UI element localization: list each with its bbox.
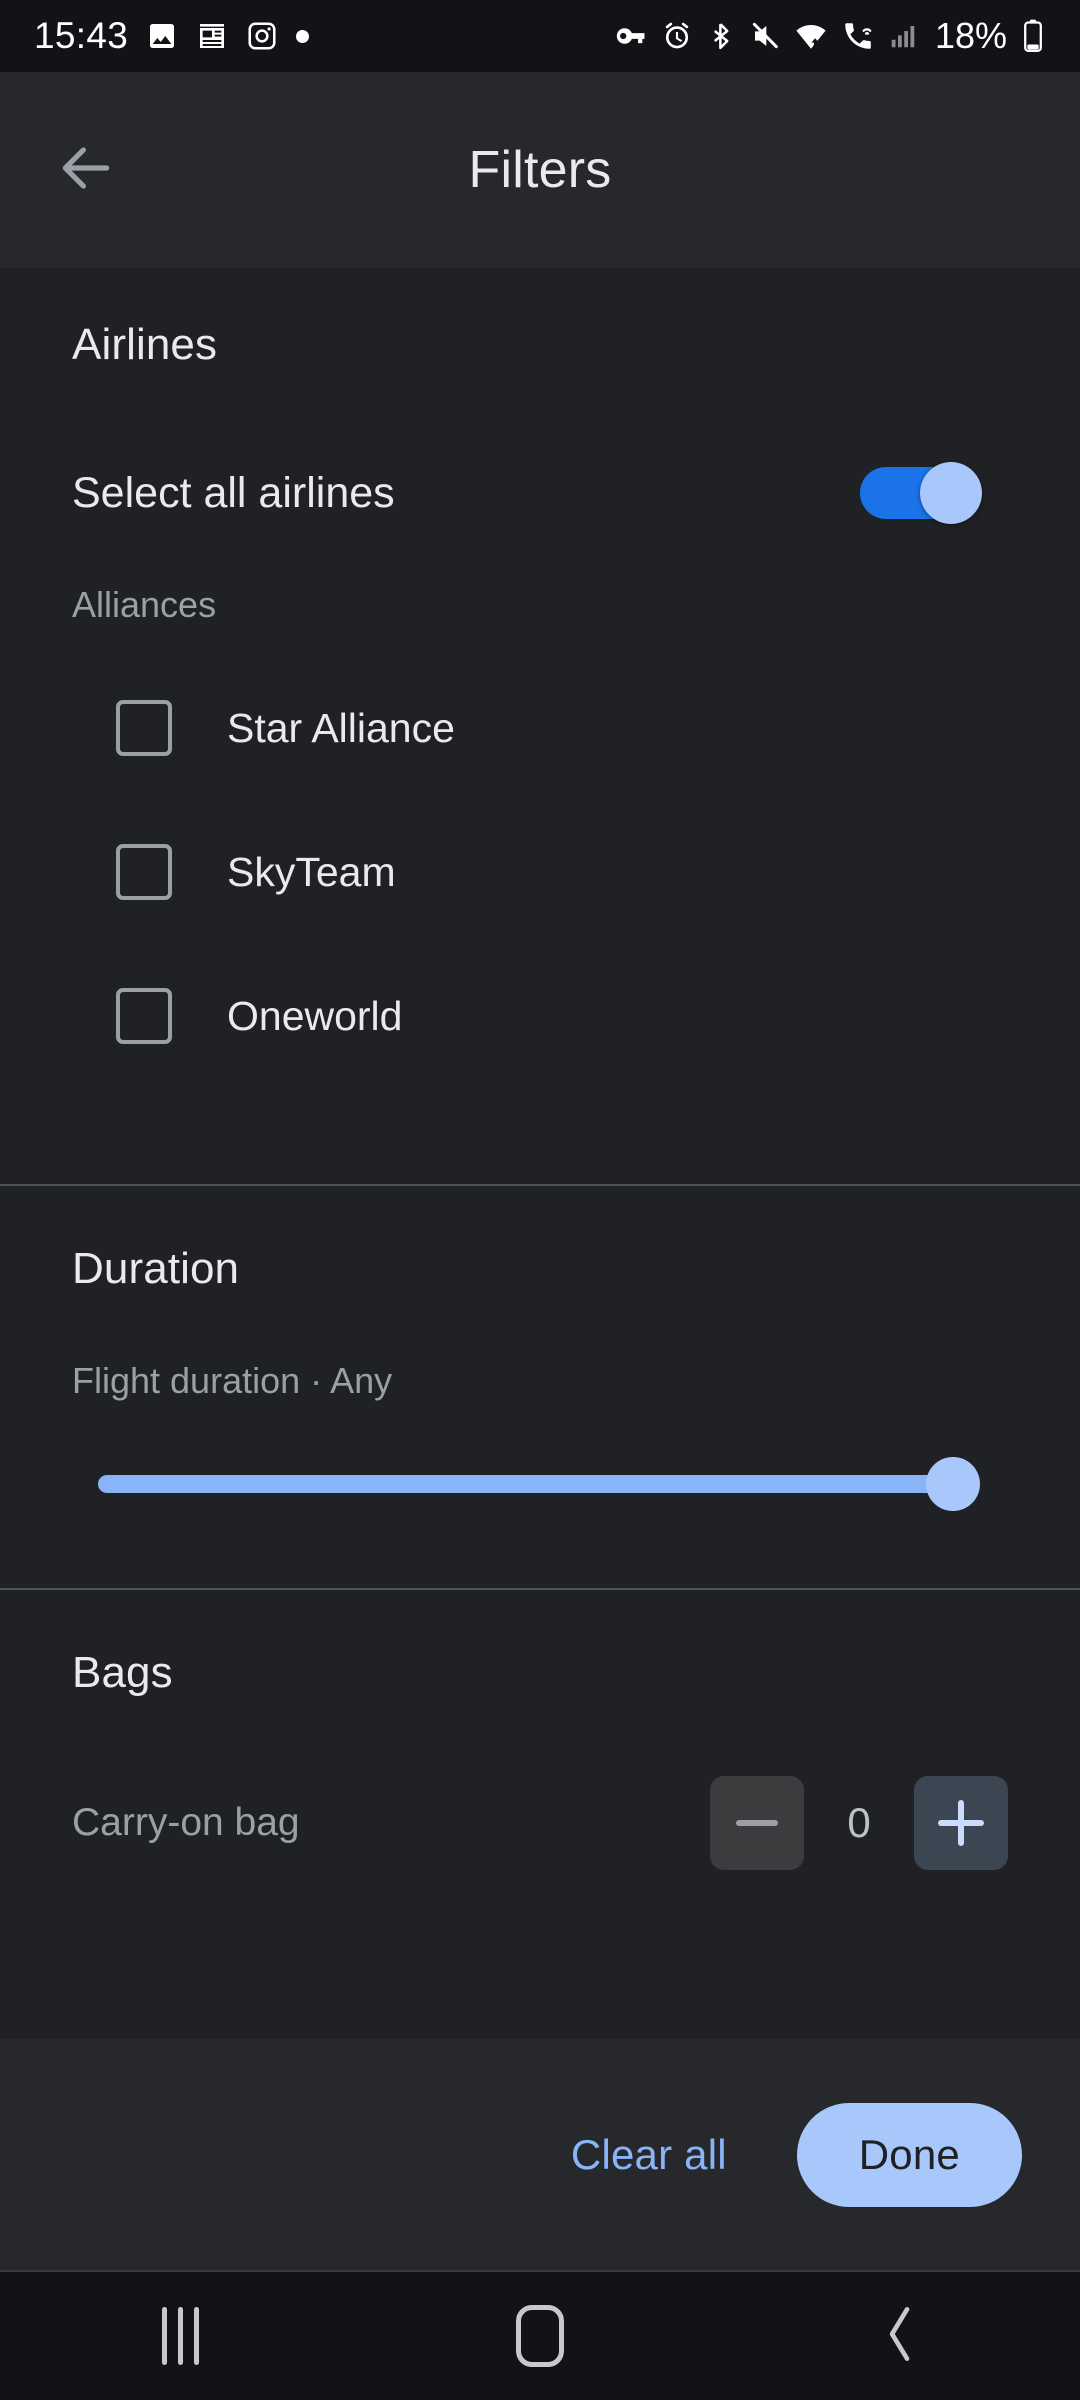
news-icon	[196, 20, 228, 52]
recents-button[interactable]	[0, 2307, 360, 2365]
plus-icon	[938, 1800, 984, 1846]
alliances-label: Alliances	[72, 584, 217, 625]
increment-carry-on-button[interactable]	[914, 1776, 1008, 1870]
battery-icon	[1020, 19, 1046, 53]
alliance-label: SkyTeam	[227, 848, 396, 895]
status-bar: 15:43 18%	[0, 0, 1080, 72]
decrement-carry-on-button[interactable]	[710, 1776, 804, 1870]
status-bar-right: 18%	[614, 15, 1046, 57]
airlines-heading: Airlines	[72, 320, 218, 369]
alliance-label: Oneworld	[227, 992, 403, 1039]
signal-icon	[888, 21, 918, 51]
airlines-section: Airlines Select all airlines Alliances S…	[0, 268, 1080, 1088]
home-icon	[516, 2305, 564, 2367]
alliance-row-star-alliance[interactable]: Star Alliance	[72, 656, 1008, 800]
checkbox-oneworld[interactable]	[116, 988, 172, 1044]
home-button[interactable]	[360, 2305, 720, 2367]
instagram-icon	[246, 20, 278, 52]
status-bar-left: 15:43	[34, 15, 310, 57]
bags-heading: Bags	[72, 1648, 173, 1697]
section-divider-airlines-duration	[0, 1184, 1080, 1186]
carry-on-bag-label: Carry-on bag	[72, 1801, 300, 1844]
arrow-back-icon	[55, 137, 117, 204]
nav-back-button[interactable]	[720, 2304, 1080, 2369]
bags-section: Bags Carry-on bag 0	[0, 1590, 1080, 1886]
system-navigation-bar	[0, 2270, 1080, 2400]
bluetooth-icon	[706, 21, 736, 51]
phone-screen: 15:43 18% Filters Airlines Select all ai…	[0, 0, 1080, 2400]
clear-all-button[interactable]: Clear all	[537, 2107, 761, 2203]
slider-track	[98, 1475, 948, 1493]
alliance-row-oneworld[interactable]: Oneworld	[72, 944, 1008, 1088]
flight-duration-value: Flight duration · Any	[72, 1360, 393, 1401]
wifi-calling-icon	[841, 19, 875, 53]
duration-heading: Duration	[72, 1244, 240, 1293]
toggle-thumb	[920, 462, 982, 524]
back-button[interactable]	[34, 118, 138, 222]
alliance-row-skyteam[interactable]: SkyTeam	[72, 800, 1008, 944]
done-button[interactable]: Done	[796, 2103, 1022, 2207]
status-bar-clock: 15:43	[34, 15, 129, 56]
page-title: Filters	[468, 141, 612, 199]
alliances-checkbox-list: Star Alliance SkyTeam Oneworld	[72, 656, 1008, 1088]
vpn-key-icon	[614, 19, 648, 53]
duration-section: Duration Flight duration · Any	[0, 1186, 1080, 1544]
checkbox-star-alliance[interactable]	[116, 700, 172, 756]
photos-icon	[146, 20, 178, 52]
dot-icon	[296, 29, 310, 43]
duration-slider[interactable]	[72, 1424, 1008, 1544]
battery-percent-label: 18%	[934, 15, 1007, 56]
wifi-icon	[794, 19, 828, 53]
recents-icon	[161, 2307, 199, 2365]
alliance-label: Star Alliance	[227, 704, 455, 751]
section-divider-duration-bags	[0, 1588, 1080, 1590]
minus-icon	[736, 1820, 778, 1826]
carry-on-bag-stepper: 0	[710, 1776, 1008, 1870]
checkbox-skyteam[interactable]	[116, 844, 172, 900]
app-bar: Filters	[0, 72, 1080, 268]
select-all-airlines-row[interactable]: Select all airlines	[72, 416, 1008, 570]
carry-on-bag-row: Carry-on bag 0	[72, 1760, 1008, 1886]
back-icon	[878, 2304, 922, 2369]
slider-thumb[interactable]	[926, 1457, 980, 1511]
select-all-airlines-label: Select all airlines	[72, 468, 395, 517]
filters-action-bar: Clear all Done	[0, 2040, 1080, 2270]
filters-content: Airlines Select all airlines Alliances S…	[0, 268, 1080, 2040]
mute-icon	[749, 20, 781, 52]
carry-on-bag-count: 0	[847, 1799, 871, 1846]
alarm-icon	[661, 20, 693, 52]
select-all-airlines-toggle[interactable]	[860, 462, 982, 524]
